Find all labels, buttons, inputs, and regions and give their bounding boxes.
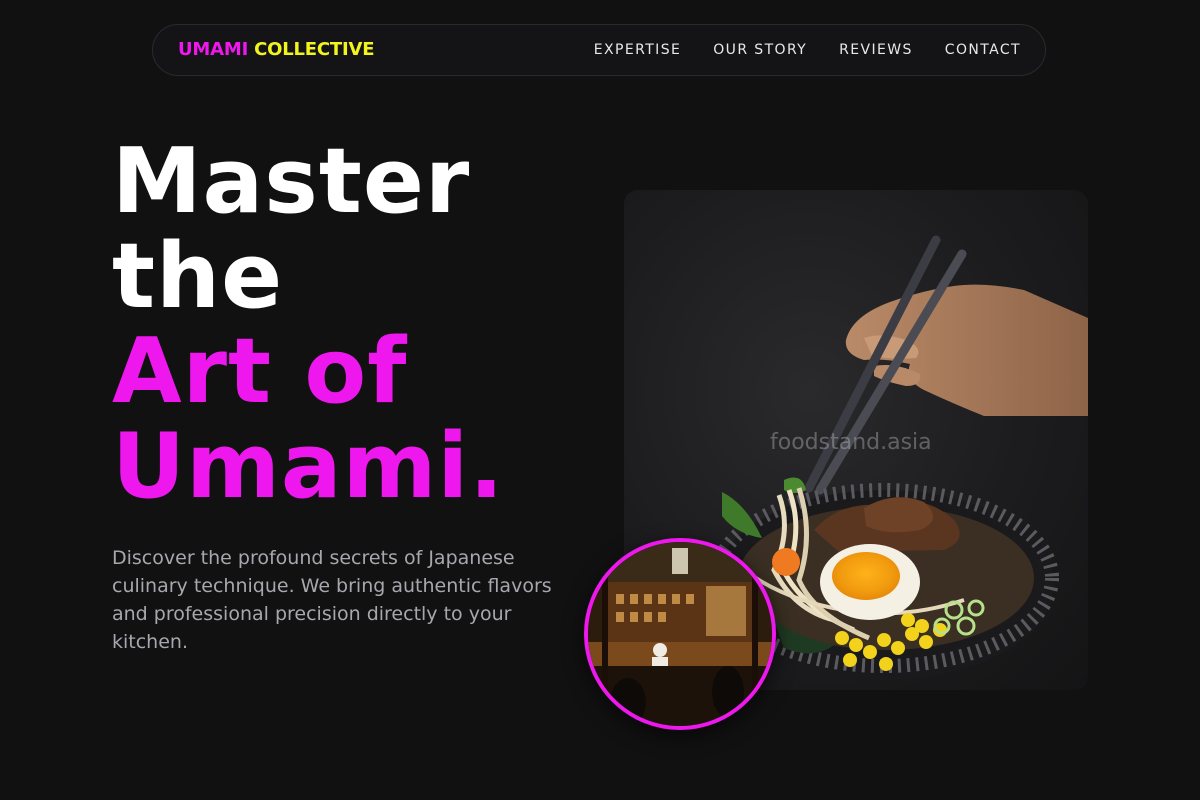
headline-line-umami: Umami.	[112, 414, 505, 519]
landing-page: UMAMI COLLECTIVE EXPERTISE OUR STORY REV…	[0, 0, 1200, 800]
top-navigation: UMAMI COLLECTIVE EXPERTISE OUR STORY REV…	[152, 24, 1046, 76]
hero-headline: Master the Art of Umami.	[112, 134, 504, 514]
brand-logo-part2: COLLECTIVE	[254, 39, 375, 60]
nav-link-our-story[interactable]: OUR STORY	[713, 42, 807, 58]
headline-line-master: Master	[112, 129, 471, 234]
headline-line-the: the	[112, 224, 284, 329]
brand-logo-part1: UMAMI	[178, 39, 249, 60]
nav-link-expertise[interactable]: EXPERTISE	[594, 42, 681, 58]
restaurant-illustration	[588, 542, 772, 726]
image-watermark: foodstand.asia	[770, 430, 932, 455]
headline-line-art-of: Art of	[112, 319, 408, 424]
nav-link-contact[interactable]: CONTACT	[945, 42, 1021, 58]
brand-logo[interactable]: UMAMI COLLECTIVE	[178, 39, 375, 60]
nav-links: EXPERTISE OUR STORY REVIEWS CONTACT	[594, 42, 1021, 58]
nav-link-reviews[interactable]: REVIEWS	[839, 42, 913, 58]
restaurant-interior-image	[584, 538, 776, 730]
hero-description: Discover the profound secrets of Japanes…	[112, 547, 552, 653]
